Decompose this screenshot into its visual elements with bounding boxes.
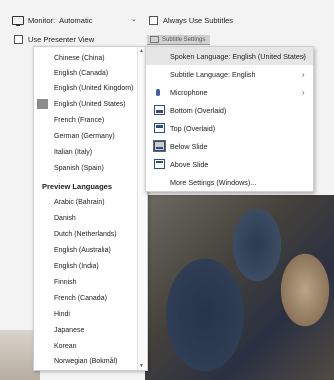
- always-use-subtitles-label: Always Use Subtitles: [163, 16, 234, 25]
- use-presenter-view-label: Use Presenter View: [28, 35, 95, 44]
- language-item[interactable]: Arabic (Bahrain): [54, 199, 105, 206]
- top-overlaid-menu-item[interactable]: Top (Overlaid): [146, 119, 313, 137]
- top-overlaid-label: Top (Overlaid): [170, 123, 216, 133]
- monitor-label: Monitor:: [28, 16, 56, 25]
- chevron-right-icon: ›: [302, 87, 305, 97]
- language-item[interactable]: Japanese: [54, 327, 84, 334]
- language-item[interactable]: Spanish (Spain): [54, 165, 104, 172]
- language-item[interactable]: English (India): [54, 263, 99, 270]
- preview-languages-header: Preview Languages: [42, 182, 113, 191]
- language-list: Chinese (China) English (Canada) English…: [33, 46, 148, 371]
- language-item[interactable]: English (Canada): [54, 70, 108, 77]
- language-item[interactable]: Danish: [54, 215, 76, 222]
- subtitle-settings-label: Subtitle Settings: [162, 36, 206, 43]
- language-item[interactable]: Korean: [54, 343, 77, 350]
- above-slide-label: Above Slide: [170, 159, 209, 169]
- checkbox-icon: [149, 16, 158, 25]
- top-overlaid-icon: [154, 123, 165, 133]
- language-item-selected[interactable]: English (United States): [54, 101, 126, 108]
- bottom-overlaid-label: Bottom (Overlaid): [170, 105, 227, 115]
- below-slide-menu-item[interactable]: Below Slide: [146, 137, 313, 155]
- language-item[interactable]: English (United Kingdom): [54, 85, 133, 92]
- language-item[interactable]: English (Australia): [54, 247, 111, 254]
- use-presenter-view-checkbox[interactable]: Use Presenter View: [14, 35, 94, 44]
- monitor-value: Automatic: [59, 16, 93, 25]
- monitor-icon: [12, 16, 24, 26]
- language-item[interactable]: French (Canada): [54, 295, 107, 302]
- scroll-down-icon[interactable]: ▼: [139, 363, 144, 369]
- scroll-up-icon[interactable]: ▲: [139, 48, 144, 54]
- spoken-language-menu-item[interactable]: Spoken Language: English (United States)…: [146, 47, 313, 65]
- above-slide-icon: [154, 159, 165, 169]
- checkbox-icon: [14, 35, 23, 44]
- subtitle-icon: [150, 36, 159, 43]
- microphone-label: Microphone: [170, 87, 208, 97]
- language-item[interactable]: Chinese (China): [54, 55, 105, 62]
- language-item[interactable]: Norwegian (Bokmål): [54, 358, 117, 365]
- above-slide-menu-item[interactable]: Above Slide: [146, 155, 313, 173]
- language-item[interactable]: Italian (Italy): [54, 149, 92, 156]
- microphone-icon: [154, 88, 160, 96]
- language-item[interactable]: French (France): [54, 117, 104, 124]
- subtitle-settings-menu: Spoken Language: English (United States)…: [145, 46, 314, 192]
- always-use-subtitles-checkbox[interactable]: Always Use Subtitles: [149, 16, 233, 25]
- monitor-selector[interactable]: Monitor: Automatic: [12, 16, 93, 26]
- bottom-overlaid-menu-item[interactable]: Bottom (Overlaid): [146, 101, 313, 119]
- language-item[interactable]: Hindi: [54, 311, 70, 318]
- more-settings-menu-item[interactable]: More Settings (Windows)...: [146, 173, 313, 191]
- selected-language-indicator: [37, 99, 48, 109]
- microphone-menu-item[interactable]: Microphone ›: [146, 83, 313, 101]
- language-item[interactable]: Finnish: [54, 279, 77, 286]
- chevron-right-icon: ›: [302, 51, 305, 61]
- below-slide-icon: [153, 140, 166, 152]
- bottom-overlaid-icon: [154, 105, 165, 115]
- subtitle-language-label: Subtitle Language: English: [170, 69, 256, 79]
- language-item[interactable]: Dutch (Netherlands): [54, 231, 117, 238]
- subtitle-language-menu-item[interactable]: Subtitle Language: English ›: [146, 65, 313, 83]
- more-settings-label: More Settings (Windows)...: [170, 177, 257, 187]
- background-photo: [145, 195, 334, 380]
- subtitle-settings-button[interactable]: Subtitle Settings: [147, 35, 210, 45]
- language-item[interactable]: German (Germany): [54, 133, 115, 140]
- spoken-language-label: Spoken Language: English (United States): [170, 51, 306, 61]
- chevron-right-icon: ›: [302, 69, 305, 79]
- below-slide-label: Below Slide: [170, 141, 208, 151]
- chevron-down-icon[interactable]: ⌄: [131, 15, 137, 23]
